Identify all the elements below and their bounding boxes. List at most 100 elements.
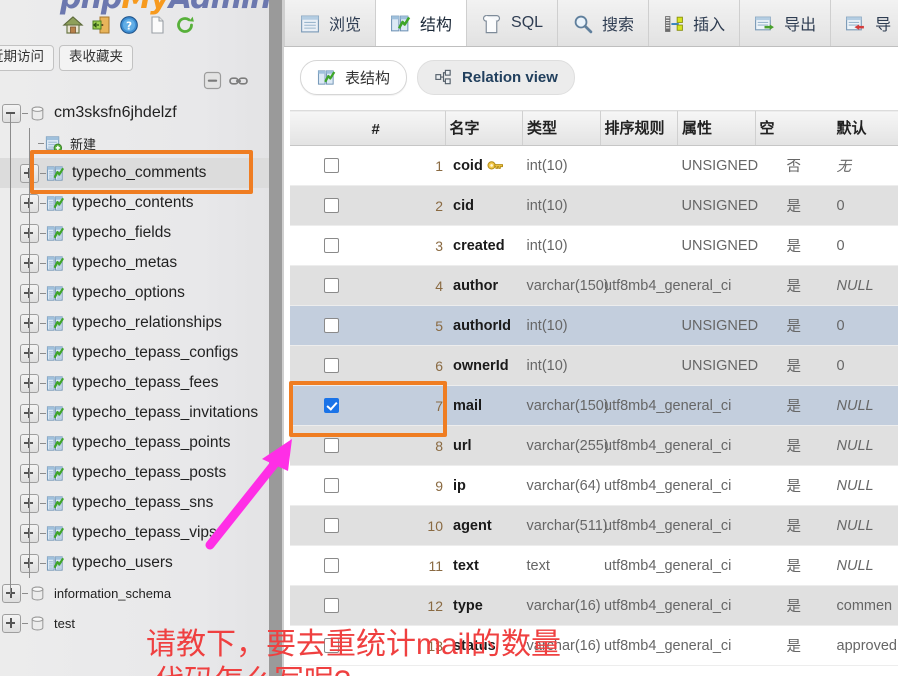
row-column-name[interactable]: ip <box>445 465 523 506</box>
row-column-name[interactable]: type <box>445 585 523 626</box>
row-column-name[interactable]: text <box>445 545 523 586</box>
row-select-cell[interactable] <box>290 505 368 546</box>
row-checkbox[interactable] <box>324 198 340 214</box>
table-icon <box>46 315 65 331</box>
tree-item-typecho-comments[interactable]: typecho_comments <box>0 158 272 188</box>
tree-item-typecho-tepass-points[interactable]: typecho_tepass_points <box>0 428 272 458</box>
row-checkbox[interactable] <box>324 478 340 494</box>
row-column-name[interactable]: ownerId <box>445 345 523 386</box>
row-select-cell[interactable] <box>290 145 368 186</box>
home-icon[interactable] <box>62 14 84 36</box>
tab-结构[interactable]: 结构 <box>376 0 468 46</box>
tab-浏览[interactable]: 浏览 <box>284 0 377 46</box>
table-row[interactable]: 4 author varchar(150) utf8mb4_general_ci 是 NU… <box>290 265 898 306</box>
row-select-cell[interactable] <box>290 345 368 386</box>
row-index: 1 <box>367 145 445 186</box>
tab-导[interactable]: 导 <box>831 0 898 46</box>
tree-item-typecho-relationships[interactable]: typecho_relationships <box>0 308 272 338</box>
tree-item-typecho-contents[interactable]: typecho_contents <box>0 188 272 218</box>
collapse-icon[interactable] <box>202 70 223 91</box>
subtab-表结构[interactable]: 表结构 <box>300 59 408 95</box>
tree-item-typecho-tepass-configs[interactable]: typecho_tepass_configs <box>0 338 272 368</box>
row-checkbox[interactable] <box>324 558 340 574</box>
row-checkbox[interactable] <box>324 238 340 254</box>
tree-item-typecho-tepass-vips[interactable]: typecho_tepass_vips <box>0 518 272 548</box>
table-row[interactable]: 10 agent varchar(511) utf8mb4_general_ci 是 NU… <box>290 505 898 546</box>
row-checkbox[interactable] <box>324 358 340 374</box>
help-icon[interactable]: ? <box>118 14 140 36</box>
table-row[interactable]: 2 cid int(10) UNSIGNED 是 0 <box>290 185 898 226</box>
table-row[interactable]: 9 ip varchar(64) utf8mb4_general_ci 是 NULL <box>290 465 898 506</box>
table-row[interactable]: 7 mail varchar(150) utf8mb4_general_ci 是 NULL <box>290 385 898 426</box>
col-header-name[interactable]: 名字 <box>444 110 523 146</box>
sidebar-scrollbar-thumb[interactable] <box>269 0 282 676</box>
row-select-cell[interactable] <box>290 585 368 626</box>
tree-item-typecho-options[interactable]: typecho_options <box>0 278 272 308</box>
tree-item-typecho-metas[interactable]: typecho_metas <box>0 248 272 278</box>
link-with-main-panel-icon[interactable] <box>229 74 248 88</box>
row-column-name[interactable]: created <box>445 225 523 266</box>
tree-item-typecho-tepass-posts[interactable]: typecho_tepass_posts <box>0 458 272 488</box>
row-checkbox[interactable] <box>324 278 340 294</box>
row-checkbox[interactable] <box>324 638 340 654</box>
logout-icon[interactable] <box>90 14 112 36</box>
row-checkbox[interactable] <box>324 598 340 614</box>
expand-toggle-icon[interactable] <box>2 613 21 633</box>
tree-item-typecho-tepass-fees[interactable]: typecho_tepass_fees <box>0 368 272 398</box>
expand-toggle-icon[interactable] <box>2 583 21 603</box>
table-row[interactable]: 8 url varchar(255) utf8mb4_general_ci 是 NULL <box>290 425 898 466</box>
row-column-name[interactable]: agent <box>445 505 523 546</box>
docs-icon[interactable] <box>146 14 168 36</box>
row-select-cell[interactable] <box>290 425 368 466</box>
row-checkbox[interactable] <box>324 158 340 174</box>
row-select-cell[interactable] <box>290 305 368 346</box>
row-column-name[interactable]: status <box>445 625 523 666</box>
row-select-cell[interactable] <box>290 625 368 666</box>
row-column-name[interactable]: url <box>445 425 523 466</box>
row-column-name[interactable]: coid <box>445 145 523 186</box>
row-select-cell[interactable] <box>290 225 368 266</box>
row-checkbox[interactable] <box>324 398 340 414</box>
table-row[interactable]: 6 ownerId int(10) UNSIGNED 是 0 <box>290 345 898 386</box>
row-checkbox[interactable] <box>324 518 340 534</box>
tree-item-test[interactable]: test <box>0 608 272 638</box>
row-column-name[interactable]: cid <box>445 185 523 226</box>
row-checkbox[interactable] <box>324 318 340 334</box>
tab-导出[interactable]: 导出 <box>740 0 832 46</box>
table-row[interactable]: 5 authorId int(10) UNSIGNED 是 0 <box>290 305 898 346</box>
col-header-collation[interactable]: 排序规则 <box>599 110 678 146</box>
col-header-null[interactable]: 空 <box>754 110 833 146</box>
row-select-cell[interactable] <box>290 545 368 586</box>
table-row[interactable]: 12 type varchar(16) utf8mb4_general_ci 是 comm… <box>290 585 898 626</box>
subtab-Relation-view[interactable]: Relation view <box>417 59 575 95</box>
tree-item-typecho-tepass-sns[interactable]: typecho_tepass_sns <box>0 488 272 518</box>
table-row[interactable]: 11 text text utf8mb4_general_ci 是 NULL <box>290 545 898 586</box>
tree-item-typecho-tepass-invitations[interactable]: typecho_tepass_invitations <box>0 398 272 428</box>
col-header-default[interactable]: 默认 <box>832 110 898 146</box>
tab-SQL[interactable]: SQL <box>467 0 559 46</box>
col-header-type[interactable]: 类型 <box>522 110 600 146</box>
row-column-name[interactable]: author <box>445 265 523 306</box>
table-row[interactable]: 3 created int(10) UNSIGNED 是 0 <box>290 225 898 266</box>
recent-tab[interactable]: 近期访问 <box>0 45 54 71</box>
tab-搜索[interactable]: 搜索 <box>558 0 650 46</box>
tab-插入[interactable]: 插入 <box>649 0 741 46</box>
row-select-cell[interactable] <box>290 465 368 506</box>
row-checkbox[interactable] <box>324 438 340 454</box>
tree-item-cm3sksfn6jhdelzf[interactable]: cm3sksfn6jhdelzf <box>0 98 272 128</box>
col-header-attributes[interactable]: 属性 <box>677 110 755 146</box>
tree-item-typecho-users[interactable]: typecho_users <box>0 548 272 578</box>
favorites-tab[interactable]: 表收藏夹 <box>59 45 133 71</box>
row-select-cell[interactable] <box>290 265 368 306</box>
row-column-name[interactable]: mail <box>445 385 523 426</box>
tree-item-新建[interactable]: 新建 <box>0 128 272 158</box>
table-row[interactable]: 13 status varchar(16) utf8mb4_general_ci 是 ap… <box>290 625 898 666</box>
tree-item-information-schema[interactable]: information_schema <box>0 578 272 608</box>
tree-item-typecho-fields[interactable]: typecho_fields <box>0 218 272 248</box>
row-select-cell[interactable] <box>290 385 368 426</box>
collapse-toggle-icon[interactable] <box>2 103 21 123</box>
table-row[interactable]: 1 coid int(10) UNSIGNED 否无 <box>290 145 898 186</box>
reload-icon[interactable] <box>174 14 196 36</box>
row-column-name[interactable]: authorId <box>445 305 523 346</box>
row-select-cell[interactable] <box>290 185 368 226</box>
